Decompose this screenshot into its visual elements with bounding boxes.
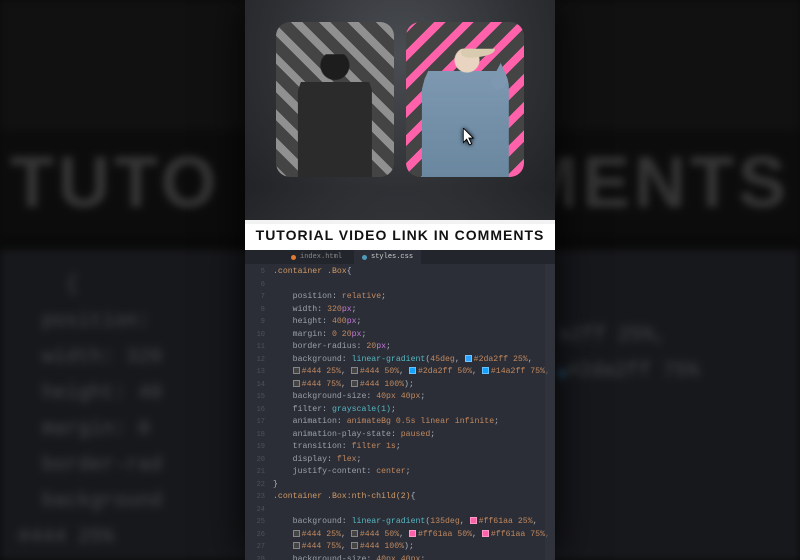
caption-text: TUTORIAL VIDEO LINK IN COMMENTS xyxy=(256,227,545,243)
reflection-gradient xyxy=(245,178,555,224)
tab-styles-css[interactable]: styles.css xyxy=(354,250,421,264)
person-illustration-2 xyxy=(412,41,518,177)
caption-bar: TUTORIAL VIDEO LINK IN COMMENTS xyxy=(245,220,555,250)
app-root: TUTO MMENTS { position: width: 320 heigh… xyxy=(0,0,800,560)
bg-line: background xyxy=(18,490,162,513)
color-swatch-icon xyxy=(351,367,358,374)
code-editor[interactable]: index.html styles.css 5 6 7 8 9 10 11 12… xyxy=(245,250,555,560)
bg-line: height: 40 xyxy=(18,382,162,405)
tab-label: styles.css xyxy=(371,251,413,264)
banner-fragment-left: TUTO xyxy=(10,142,221,224)
color-swatch-icon xyxy=(293,542,300,549)
preview-pane xyxy=(245,0,555,220)
editor-tab-bar: index.html styles.css xyxy=(245,250,555,264)
bg-line: #2da2ff 75% xyxy=(567,360,699,383)
color-swatch-icon xyxy=(470,517,477,524)
tab-index-html[interactable]: index.html xyxy=(283,250,350,264)
color-swatch-icon xyxy=(465,355,472,362)
tab-label: index.html xyxy=(300,251,342,264)
color-swatch-icon xyxy=(558,370,565,377)
bg-line: margin: 0 xyxy=(18,418,162,441)
background-code-right: a2ff 25%, #2da2ff 75% xyxy=(550,250,800,560)
color-swatch-icon xyxy=(409,367,416,374)
color-swatch-icon xyxy=(351,530,358,537)
color-swatch-icon xyxy=(293,380,300,387)
file-icon xyxy=(291,255,296,260)
background-code-left: { position: width: 320 height: 40 margin… xyxy=(0,250,250,560)
color-swatch-icon xyxy=(293,367,300,374)
bg-line: border-rad xyxy=(18,454,162,477)
line-number-gutter: 5 6 7 8 9 10 11 12 13 14 15 16 17 18 19 … xyxy=(245,264,269,560)
bg-line: { xyxy=(18,274,78,297)
color-swatch-icon xyxy=(293,530,300,537)
arm-shape xyxy=(489,48,521,92)
editor-minimap[interactable] xyxy=(545,264,555,560)
color-swatch-icon xyxy=(482,530,489,537)
bg-line: width: 320 xyxy=(18,346,162,369)
file-icon xyxy=(362,255,367,260)
bg-line: position: xyxy=(18,310,150,333)
color-swatch-icon xyxy=(482,367,489,374)
bg-line: #444 25% xyxy=(18,526,114,549)
color-swatch-icon xyxy=(351,542,358,549)
hat-icon xyxy=(460,40,496,59)
color-swatch-icon xyxy=(409,530,416,537)
bg-line: a2ff 25%, xyxy=(558,324,666,347)
center-column: TUTORIAL VIDEO LINK IN COMMENTS index.ht… xyxy=(245,0,555,560)
person-illustration-1 xyxy=(282,41,388,177)
demo-card-2[interactable] xyxy=(406,22,524,177)
code-area[interactable]: .container .Box{ position: relative; wid… xyxy=(273,264,551,560)
demo-card-1[interactable] xyxy=(276,22,394,177)
color-swatch-icon xyxy=(351,380,358,387)
